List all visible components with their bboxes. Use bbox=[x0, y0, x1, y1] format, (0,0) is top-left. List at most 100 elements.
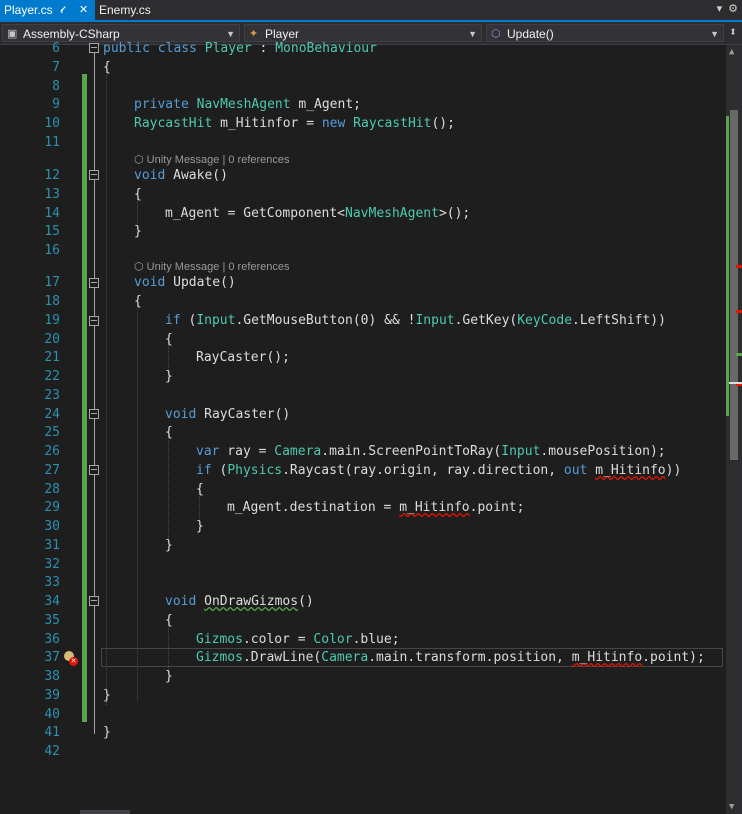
code-text: { bbox=[103, 60, 111, 75]
line-number: 15 bbox=[44, 224, 60, 239]
code-lens[interactable]: ⬡ Unity Message | 0 references bbox=[134, 153, 290, 167]
gear-icon[interactable]: ⚙ bbox=[728, 2, 738, 15]
code-text: { bbox=[165, 425, 173, 440]
line-number: 11 bbox=[44, 135, 60, 150]
code-line: 15} bbox=[0, 222, 726, 241]
error-marker[interactable] bbox=[736, 310, 742, 313]
code-line: 13 { bbox=[0, 185, 726, 204]
code-text: } bbox=[103, 725, 111, 740]
code-text: void Awake() bbox=[134, 168, 228, 183]
warning-marker[interactable] bbox=[736, 353, 742, 356]
code-line: 14 m_Agent = GetComponent<NavMeshAgent>()… bbox=[0, 204, 726, 223]
line-number: 9 bbox=[52, 97, 60, 112]
code-text: } bbox=[196, 519, 204, 534]
tab-enemy-cs[interactable]: Enemy.cs bbox=[95, 0, 165, 20]
code-text: void OnDrawGizmos() bbox=[165, 594, 314, 609]
code-line: 35 { bbox=[0, 611, 726, 630]
code-text: m_Agent = GetComponent<NavMeshAgent>(); bbox=[165, 206, 471, 221]
change-overview-strip bbox=[726, 116, 729, 416]
scrollbar-thumb[interactable] bbox=[730, 110, 738, 460]
line-number: 22 bbox=[44, 369, 60, 384]
line-number: 19 bbox=[44, 313, 60, 328]
code-line: 38} bbox=[0, 667, 726, 686]
line-number: 17 bbox=[44, 275, 60, 290]
split-editor-icon[interactable]: ⬍ bbox=[726, 24, 740, 42]
code-line: 28 { bbox=[0, 480, 726, 499]
line-number: 41 bbox=[44, 725, 60, 740]
code-line: 20 { bbox=[0, 330, 726, 349]
code-text: if (Input.GetMouseButton(0) && !Input.Ge… bbox=[165, 313, 666, 328]
code-text: if (Physics.Raycast(ray.origin, ray.dire… bbox=[196, 463, 682, 478]
code-line: 24 void RayCaster() bbox=[0, 405, 726, 424]
code-line: 21 RayCaster(); bbox=[0, 348, 726, 367]
line-number: 36 bbox=[44, 632, 60, 647]
line-number: 32 bbox=[44, 557, 60, 572]
code-line: 26 var ray = Camera.main.ScreenPointToRay… bbox=[0, 442, 726, 461]
code-line: 41} bbox=[0, 723, 726, 742]
code-line: 19 if (Input.GetMouseButton(0) && !Input.… bbox=[0, 311, 726, 330]
code-text: RayCaster(); bbox=[196, 350, 290, 365]
code-line: 10 RaycastHit m_Hitinfor = new RaycastHit… bbox=[0, 114, 726, 133]
line-number: 13 bbox=[44, 187, 60, 202]
line-number: 16 bbox=[44, 243, 60, 258]
code-text: public class Player : MonoBehaviour bbox=[103, 41, 377, 56]
document-tab-bar: Player.cs ⭹ ✕ Enemy.cs ▾ ⚙ bbox=[0, 0, 742, 22]
code-editor[interactable]: ✕ 6 public class Player : MonoBehaviour 7… bbox=[0, 41, 726, 814]
code-text: { bbox=[165, 332, 173, 347]
code-text: m_Agent.destination = m_Hitinfo.point; bbox=[227, 500, 525, 515]
line-number: 8 bbox=[52, 79, 60, 94]
line-number: 12 bbox=[44, 168, 60, 183]
line-number: 25 bbox=[44, 425, 60, 440]
line-number: 39 bbox=[44, 688, 60, 703]
close-icon[interactable]: ✕ bbox=[79, 0, 88, 20]
code-line: 42 bbox=[0, 742, 726, 761]
line-number: 37 bbox=[44, 650, 60, 665]
code-text: } bbox=[165, 538, 173, 553]
line-number: 38 bbox=[44, 669, 60, 684]
code-line: 27 if (Physics.Raycast(ray.origin, ray.di… bbox=[0, 461, 726, 480]
code-line: 16 bbox=[0, 241, 726, 260]
code-line: 31} bbox=[0, 536, 726, 555]
code-lens[interactable]: ⬡ Unity Message | 0 references bbox=[134, 260, 290, 274]
pin-icon[interactable]: ⭹ bbox=[60, 0, 66, 20]
tab-bar-controls: ▾ ⚙ bbox=[711, 2, 738, 15]
tab-label: Enemy.cs bbox=[99, 3, 151, 17]
line-number: 6 bbox=[52, 41, 60, 56]
code-line: 22} bbox=[0, 367, 726, 386]
line-number: 29 bbox=[44, 500, 60, 515]
scroll-up-icon[interactable]: ▲ bbox=[729, 47, 734, 57]
code-line: 11 bbox=[0, 133, 726, 152]
code-line: 37 Gizmos.DrawLine(Camera.main.transform.… bbox=[0, 648, 726, 667]
code-line: 6 public class Player : MonoBehaviour bbox=[0, 39, 726, 58]
code-line: 7{ bbox=[0, 58, 726, 77]
line-number: 34 bbox=[44, 594, 60, 609]
tab-label: Player.cs bbox=[4, 3, 53, 17]
code-line: 9 private NavMeshAgent m_Agent; bbox=[0, 95, 726, 114]
code-text: void Update() bbox=[134, 275, 236, 290]
code-text: } bbox=[134, 224, 142, 239]
code-line: 17 void Update() bbox=[0, 273, 726, 292]
code-text: { bbox=[134, 294, 142, 309]
line-number: 42 bbox=[44, 744, 60, 759]
code-line: 25 { bbox=[0, 423, 726, 442]
line-number: 40 bbox=[44, 707, 60, 722]
code-line: 29 m_Agent.destination = m_Hitinfo.point; bbox=[0, 498, 726, 517]
error-marker[interactable] bbox=[736, 265, 742, 268]
line-number: 21 bbox=[44, 350, 60, 365]
scroll-down-icon[interactable]: ▼ bbox=[729, 802, 734, 812]
tab-list-dropdown-icon[interactable]: ▾ bbox=[717, 2, 723, 15]
code-text: RaycastHit m_Hitinfor = new RaycastHit()… bbox=[134, 116, 455, 131]
line-number: 14 bbox=[44, 206, 60, 221]
code-text: void RayCaster() bbox=[165, 407, 291, 422]
code-line: 12 void Awake() bbox=[0, 166, 726, 185]
code-text: { bbox=[165, 613, 173, 628]
code-line: 18 { bbox=[0, 292, 726, 311]
code-line: 40 bbox=[0, 705, 726, 724]
line-number: 10 bbox=[44, 116, 60, 131]
code-line: 33 bbox=[0, 573, 726, 592]
line-number: 26 bbox=[44, 444, 60, 459]
tab-player-cs[interactable]: Player.cs ⭹ ✕ bbox=[0, 0, 95, 20]
line-number: 23 bbox=[44, 388, 60, 403]
horizontal-scroll-indicator[interactable] bbox=[80, 810, 130, 814]
code-line: 34 void OnDrawGizmos() bbox=[0, 592, 726, 611]
